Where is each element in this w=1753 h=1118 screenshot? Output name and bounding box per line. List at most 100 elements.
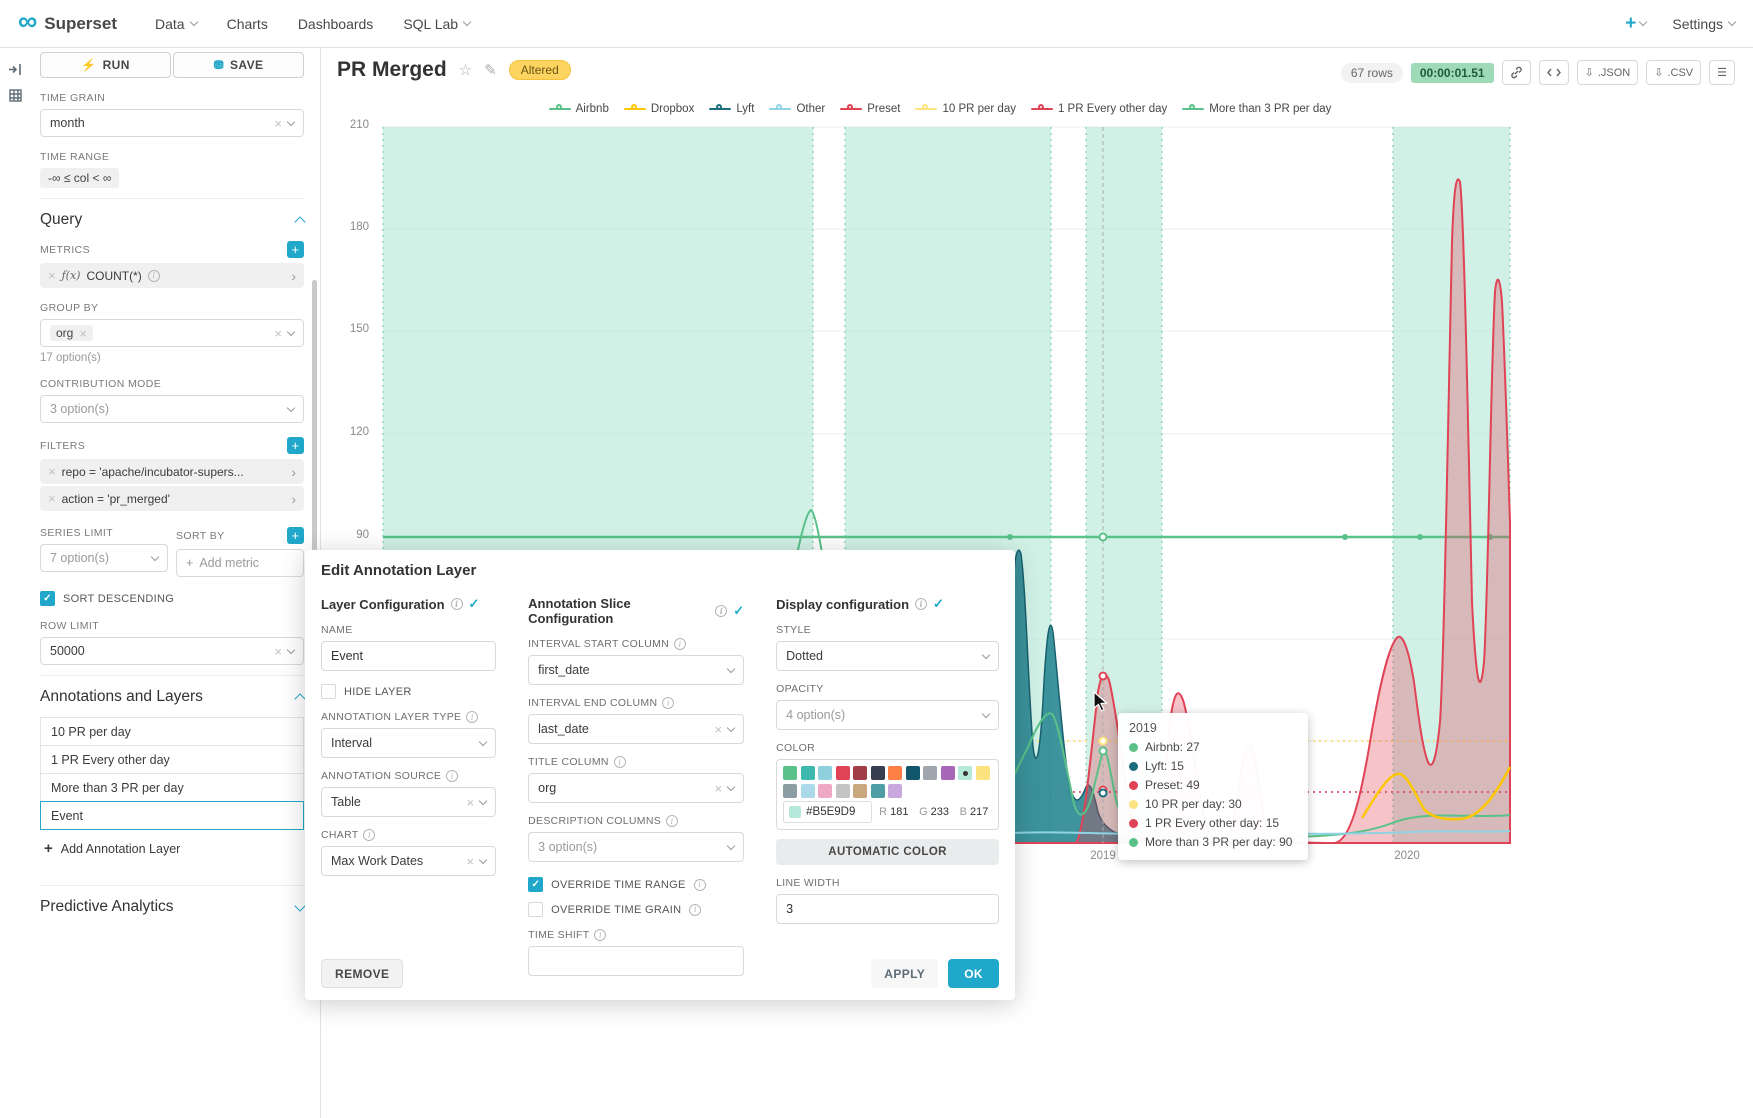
add-annotation-layer-button[interactable]: + Add Annotation Layer [40,834,304,863]
color-swatch[interactable] [853,766,867,780]
color-swatch[interactable] [853,784,867,798]
embed-code-button[interactable] [1539,60,1569,85]
remove-tag-icon[interactable]: × [79,327,87,340]
new-item-button[interactable]: + [1625,13,1646,35]
remove-icon[interactable]: × [48,269,56,282]
time-grain-select[interactable]: month × [40,109,304,137]
legend-item[interactable]: More than 3 PR per day [1182,103,1331,115]
info-icon[interactable]: i [694,879,706,891]
color-swatch[interactable] [888,766,902,780]
time-range-tag[interactable]: -∞ ≤ col < ∞ [40,168,119,188]
color-swatch[interactable] [801,766,815,780]
add-sort-metric-button[interactable]: + [287,527,304,544]
menu-dashboards[interactable]: Dashboards [298,16,374,32]
description-columns-select[interactable]: 3 option(s) [528,832,744,862]
color-swatch[interactable] [783,784,797,798]
copy-link-button[interactable] [1502,60,1531,85]
hide-layer-checkbox[interactable] [321,684,336,699]
info-icon[interactable]: i [594,929,606,941]
series-limit-select[interactable]: 7 option(s) [40,544,168,572]
annotation-layer-item[interactable]: 1 PR Every other day [40,745,304,774]
filter-pill[interactable]: × repo = 'apache/incubator-supers... › [40,459,304,484]
menu-settings[interactable]: Settings [1672,16,1735,32]
expand-caret-icon[interactable]: › [291,269,296,283]
interval-end-column-select[interactable]: last_date × [528,714,744,744]
color-swatch[interactable] [888,784,902,798]
legend-item[interactable]: 1 PR Every other day [1031,103,1167,115]
color-swatch[interactable] [906,766,920,780]
legend-item[interactable]: Preset [840,103,900,115]
menu-sql-lab[interactable]: SQL Lab [403,16,470,32]
add-filter-button[interactable]: + [287,437,304,454]
annotation-layer-type-select[interactable]: Interval [321,728,496,758]
chart-select[interactable]: Max Work Dates × [321,846,496,876]
expand-caret-icon[interactable]: › [291,492,296,506]
line-width-input[interactable] [776,894,999,924]
annotations-section-header[interactable]: Annotations and Layers [40,675,304,710]
opacity-select[interactable]: 4 option(s) [776,700,999,730]
add-metric-button[interactable]: + [287,241,304,258]
style-select[interactable]: Dotted [776,641,999,671]
expand-caret-icon[interactable]: › [291,465,296,479]
interval-start-column-select[interactable]: first_date [528,655,744,685]
annotation-layer-item[interactable]: More than 3 PR per day [40,773,304,802]
color-swatch[interactable] [871,784,885,798]
superset-brand[interactable]: ∞ Superset [18,12,117,35]
info-icon[interactable]: i [666,815,678,827]
legend-item[interactable]: Airbnb [549,103,609,115]
color-swatch[interactable] [783,766,797,780]
color-swatch[interactable] [801,784,815,798]
remove-icon[interactable]: × [48,492,56,505]
clear-icon[interactable]: × [715,782,723,795]
override-time-range-checkbox[interactable]: ✓ [528,877,543,892]
color-swatch-selected[interactable] [958,766,972,780]
color-swatch[interactable] [976,766,990,780]
info-icon[interactable]: i [689,904,701,916]
automatic-color-button[interactable]: AUTOMATIC COLOR [776,839,999,865]
info-icon[interactable]: i [614,756,626,768]
clear-icon[interactable]: × [715,723,723,736]
color-swatch[interactable] [836,784,850,798]
info-icon[interactable]: i [451,598,463,610]
info-icon[interactable]: i [674,638,686,650]
legend-item[interactable]: Other [769,103,825,115]
layer-name-input[interactable] [321,641,496,671]
collapse-panel-icon[interactable] [0,56,30,82]
edit-pencil-icon[interactable]: ✎ [484,61,497,79]
contribution-mode-select[interactable]: 3 option(s) [40,395,304,423]
clear-icon[interactable]: × [274,327,282,340]
legend-item[interactable]: Lyft [709,103,754,115]
favorite-star-icon[interactable]: ☆ [459,61,472,79]
sort-descending-checkbox[interactable]: ✓ [40,591,55,606]
metric-pill[interactable]: × ƒ(x) COUNT(*) i › [40,263,304,288]
predictive-section-header[interactable]: Predictive Analytics [40,885,304,920]
clear-icon[interactable]: × [274,645,282,658]
info-icon[interactable]: i [466,711,478,723]
override-time-grain-checkbox[interactable] [528,902,543,917]
row-limit-select[interactable]: 50000 × [40,637,304,665]
color-swatch[interactable] [941,766,955,780]
annotation-source-select[interactable]: Table × [321,787,496,817]
export-csv-button[interactable]: ⇩.CSV [1646,60,1701,85]
time-shift-input[interactable] [528,946,744,976]
color-swatch[interactable] [923,766,937,780]
save-button[interactable]: ⛃SAVE [173,52,304,78]
ok-button[interactable]: OK [948,959,999,988]
info-icon[interactable]: i [363,829,375,841]
group-by-select[interactable]: org× × [40,319,304,347]
menu-data[interactable]: Data [155,16,197,32]
color-swatch[interactable] [871,766,885,780]
legend-item[interactable]: 10 PR per day [915,103,1016,115]
info-icon[interactable]: i [915,598,927,610]
info-icon[interactable]: i [662,697,674,709]
filter-pill[interactable]: × action = 'pr_merged' › [40,486,304,511]
color-swatch[interactable] [836,766,850,780]
remove-button[interactable]: REMOVE [321,959,403,988]
clear-icon[interactable]: × [467,855,475,868]
annotation-layer-item[interactable]: 10 PR per day [40,717,304,746]
annotation-layer-item-selected[interactable]: Event [40,801,304,830]
clear-icon[interactable]: × [467,796,475,809]
title-column-select[interactable]: org × [528,773,744,803]
clear-icon[interactable]: × [274,117,282,130]
sort-by-select[interactable]: + Add metric [176,549,304,577]
